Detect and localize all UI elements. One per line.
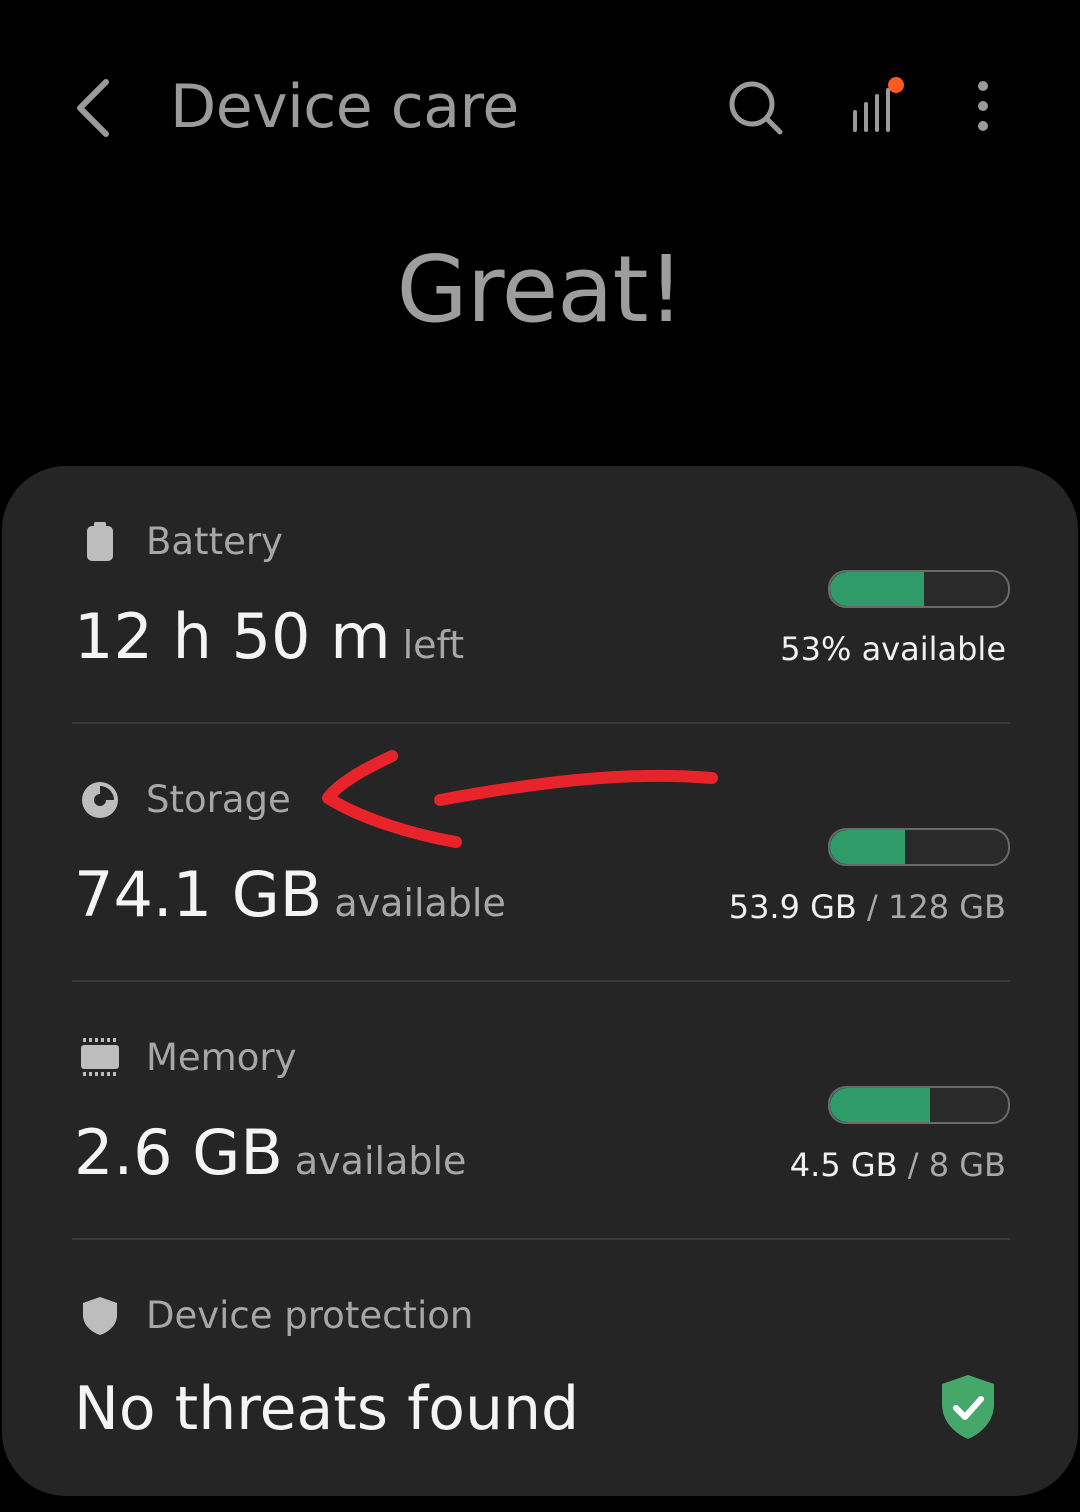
storage-total: 128 GB (888, 888, 1006, 926)
memory-label: Memory (146, 1036, 297, 1079)
search-icon (729, 81, 783, 135)
battery-progress-fill (830, 572, 925, 606)
more-options-icon (978, 81, 988, 131)
more-options-button[interactable] (944, 66, 1024, 146)
storage-separator: / (867, 888, 878, 926)
stats-button[interactable] (836, 66, 916, 146)
device-protection-section[interactable]: Device protection No threats found (2, 1240, 1078, 1496)
status-headline: Great! (396, 236, 684, 343)
back-icon (77, 79, 109, 137)
back-button[interactable] (62, 70, 132, 146)
battery-value: 12 h 50 m left (74, 600, 464, 673)
protection-status: No threats found (74, 1374, 580, 1444)
storage-progress-fill (830, 830, 905, 864)
battery-available-text: 53% available (780, 630, 1006, 668)
search-button[interactable] (716, 66, 796, 146)
notification-dot (888, 77, 904, 93)
battery-section[interactable]: Battery 12 h 50 m left 53% available (2, 466, 1078, 722)
memory-suffix: available (294, 1139, 467, 1183)
storage-suffix: available (334, 881, 506, 925)
memory-used: 4.5 GB (789, 1146, 898, 1184)
memory-total: 8 GB (928, 1146, 1006, 1184)
memory-available-amount: 2.6 GB (74, 1116, 283, 1189)
storage-value: 74.1 GB available (74, 858, 506, 931)
memory-progress-bar (828, 1086, 1010, 1124)
stats-icon (853, 77, 904, 132)
page-title: Device care (170, 72, 519, 142)
memory-icon (81, 1038, 119, 1076)
battery-time: 12 h 50 m (74, 600, 391, 673)
storage-section[interactable]: Storage 74.1 GB available 53.9 GB / 128 G… (2, 724, 1078, 980)
battery-suffix: left (402, 623, 465, 667)
storage-label: Storage (146, 778, 291, 821)
storage-available-amount: 74.1 GB (74, 858, 323, 931)
shield-icon (83, 1297, 117, 1335)
storage-usage-text: 53.9 GB / 128 GB (729, 888, 1006, 926)
storage-progress-bar (828, 828, 1010, 866)
shield-check-icon (942, 1375, 994, 1439)
battery-progress-bar (828, 570, 1010, 608)
memory-value: 2.6 GB available (74, 1116, 466, 1189)
battery-label: Battery (146, 520, 283, 563)
storage-used: 53.9 GB (728, 888, 857, 926)
device-protection-label: Device protection (146, 1294, 474, 1337)
battery-icon (87, 522, 113, 561)
memory-separator: / (907, 1146, 919, 1184)
memory-section[interactable]: Memory 2.6 GB available 4.5 GB / 8 GB (2, 982, 1078, 1238)
memory-progress-fill (830, 1088, 930, 1122)
app-bar: Device care (0, 0, 1080, 210)
memory-usage-text: 4.5 GB / 8 GB (790, 1146, 1006, 1184)
storage-icon (82, 782, 118, 818)
device-care-card: Battery 12 h 50 m left 53% available Stor… (2, 466, 1078, 1496)
